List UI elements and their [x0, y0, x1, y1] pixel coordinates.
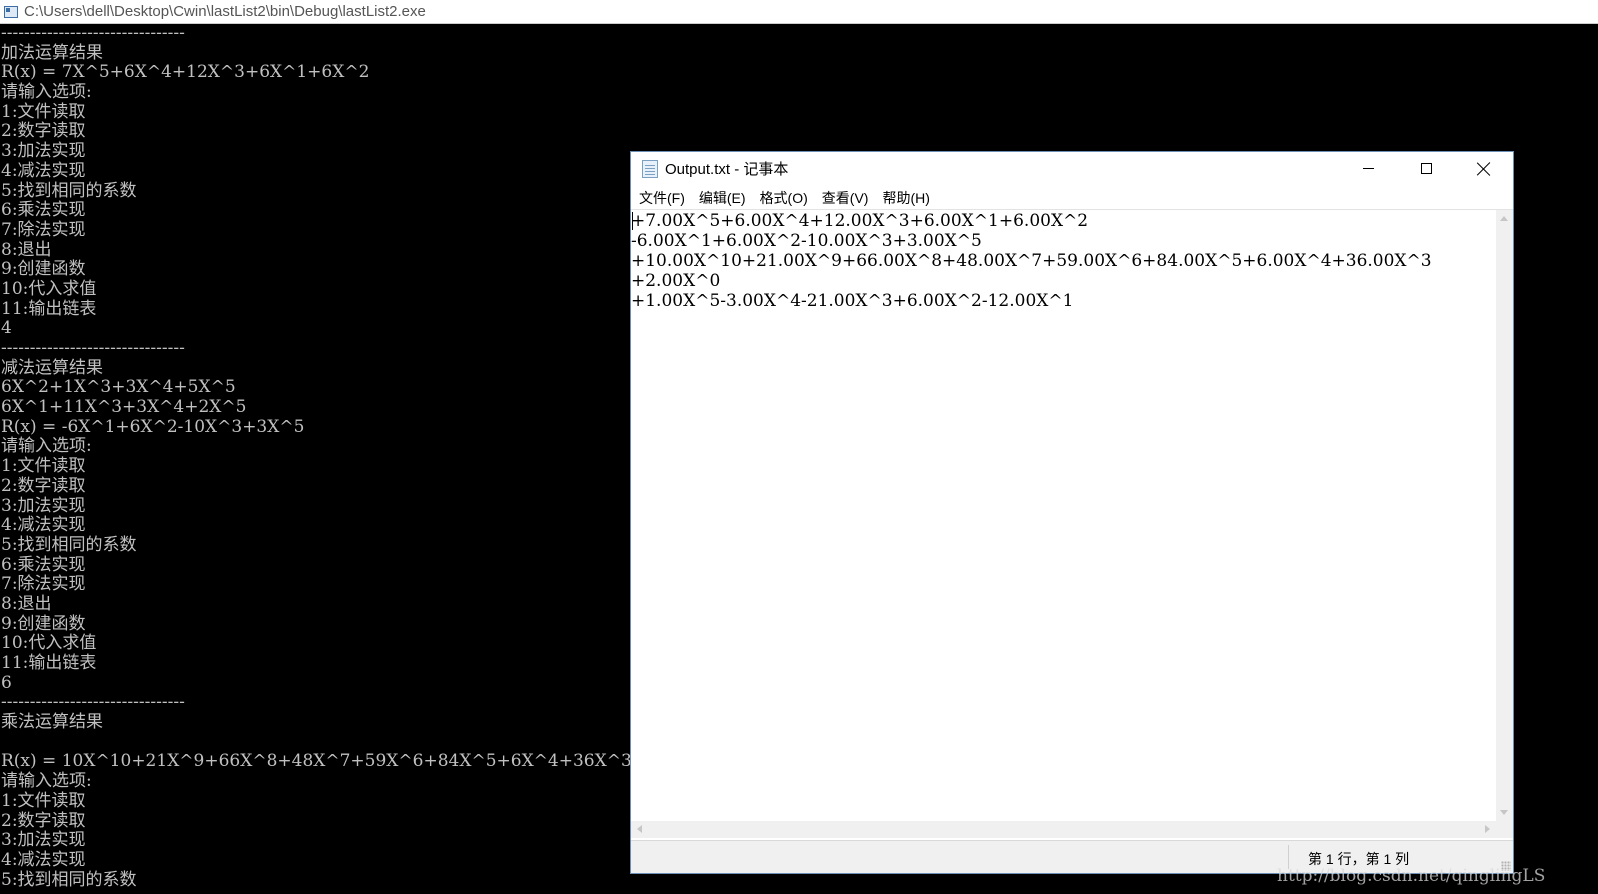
menu-edit[interactable]: 编辑(E): [692, 188, 753, 208]
text-line: +10.00X^10+21.00X^9+66.00X^8+48.00X^7+59…: [631, 251, 1432, 271]
notepad-menubar: 文件(F) 编辑(E) 格式(O) 查看(V) 帮助(H): [631, 187, 1513, 210]
notepad-titlebar[interactable]: Output.txt - 记事本: [631, 152, 1513, 185]
horizontal-scrollbar[interactable]: [631, 821, 1496, 838]
console-line: R(x) = 7X^5+6X^4+12X^3+6X^1+6X^2: [1, 62, 370, 83]
console-line: 请输入选项:: [1, 82, 92, 103]
watermark: http://blog.csdn.net/qinglingLS: [1277, 866, 1546, 886]
scroll-up-icon[interactable]: [1500, 216, 1508, 221]
window-controls: [1339, 152, 1513, 185]
scroll-left-icon[interactable]: [637, 825, 642, 833]
menu-help[interactable]: 帮助(H): [875, 188, 936, 208]
text-line: +7.00X^5+6.00X^4+12.00X^3+6.00X^1+6.00X^…: [631, 211, 1089, 231]
maximize-icon: [1420, 163, 1432, 174]
console-line: 1:文件读取: [1, 101, 86, 122]
menu-view[interactable]: 查看(V): [815, 188, 876, 208]
notepad-text-area[interactable]: +7.00X^5+6.00X^4+12.00X^3+6.00X^1+6.00X^…: [631, 210, 1496, 821]
console-app-icon: [4, 5, 18, 18]
close-button[interactable]: [1455, 152, 1513, 185]
notepad-app-icon: [642, 159, 658, 178]
minimize-button[interactable]: [1339, 152, 1397, 185]
scrollbar-corner: [1496, 821, 1513, 838]
console-line: 2:数字读取: [1, 121, 86, 142]
text-line: +1.00X^5-3.00X^4-21.00X^3+6.00X^2-12.00X…: [631, 291, 1074, 311]
console-titlebar[interactable]: C:\Users\dell\Desktop\Cwin\lastList2\bin…: [0, 0, 1598, 24]
vertical-scrollbar[interactable]: [1496, 210, 1513, 821]
notepad-window-title: Output.txt - 记事本: [665, 161, 789, 178]
console-line: --------------------------------: [1, 24, 185, 43]
maximize-button[interactable]: [1397, 152, 1455, 185]
menu-file[interactable]: 文件(F): [632, 188, 692, 208]
console-line: 加法运算结果: [1, 42, 103, 63]
scroll-down-icon[interactable]: [1500, 810, 1508, 815]
scroll-right-icon[interactable]: [1485, 825, 1490, 833]
menu-format[interactable]: 格式(O): [753, 188, 815, 208]
console-window-title: C:\Users\dell\Desktop\Cwin\lastList2\bin…: [24, 3, 426, 20]
text-line: +2.00X^0: [631, 271, 721, 291]
text-caret: [632, 212, 633, 230]
close-icon: [1477, 162, 1491, 176]
text-line: -6.00X^1+6.00X^2-10.00X^3+3.00X^5: [631, 231, 982, 251]
notepad-window[interactable]: Output.txt - 记事本 文件(F) 编辑(E) 格式(O) 查看(V)…: [630, 151, 1514, 874]
minimize-icon: [1362, 168, 1374, 169]
